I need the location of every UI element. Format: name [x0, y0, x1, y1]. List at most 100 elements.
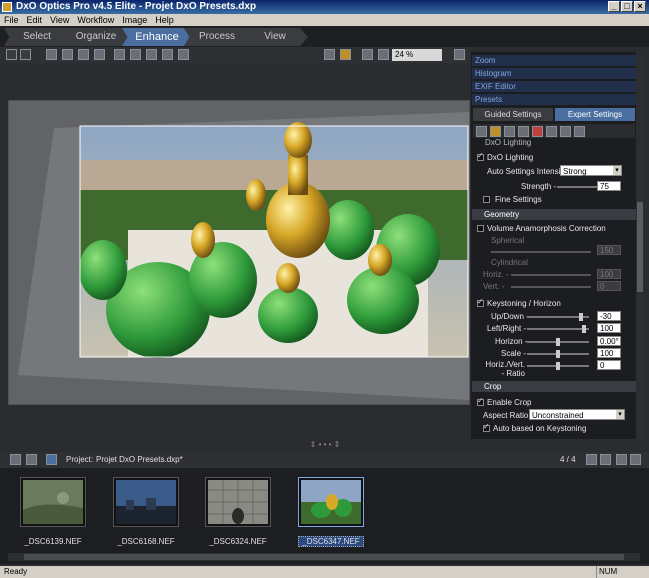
thumbnail[interactable]: [205, 477, 271, 527]
menu-workflow[interactable]: Workflow: [73, 14, 118, 26]
spherical-input[interactable]: 150: [597, 245, 621, 255]
dual-view-icon[interactable]: [630, 454, 641, 465]
horiz-input[interactable]: 100: [597, 269, 621, 279]
thumbnail[interactable]: [113, 477, 179, 527]
hand-icon[interactable]: [62, 49, 73, 60]
tab-enhance[interactable]: Enhance: [122, 28, 192, 46]
scale-input[interactable]: 100: [597, 348, 621, 358]
strength-input[interactable]: 75: [597, 181, 621, 191]
window-title: DxO Optics Pro v4.5 Elite - Projet DxO P…: [16, 1, 257, 12]
color-wheel-icon[interactable]: [146, 49, 157, 60]
add-images-icon[interactable]: [10, 454, 21, 465]
exposure-icon[interactable]: [476, 126, 487, 137]
leftright-slider-knob[interactable]: [582, 325, 586, 333]
tab-process[interactable]: Process: [184, 28, 250, 46]
geometry-icon[interactable]: [574, 126, 585, 137]
ratio-slider[interactable]: [527, 362, 589, 370]
tab-view[interactable]: View: [242, 28, 308, 46]
menu-view[interactable]: View: [46, 14, 73, 26]
fit-icon[interactable]: [362, 49, 373, 60]
tone-icon[interactable]: [546, 126, 557, 137]
palette-presets[interactable]: Presets: [472, 94, 636, 105]
ratio-slider-knob[interactable]: [556, 362, 560, 370]
updown-input[interactable]: -30: [597, 311, 621, 321]
grid-icon[interactable]: [46, 49, 57, 60]
leftright-input[interactable]: 100: [597, 323, 621, 333]
spherical-slider[interactable]: [491, 251, 591, 253]
image-viewport[interactable]: [7, 99, 471, 406]
save-project-icon[interactable]: [46, 454, 57, 465]
geometry-section-header[interactable]: Geometry: [472, 209, 636, 220]
horizon-slider-knob[interactable]: [556, 338, 560, 346]
auto-intensity-select[interactable]: Strong: [560, 165, 622, 176]
actual-size-icon[interactable]: [378, 49, 389, 60]
lighting-section-header[interactable]: DxO Lighting: [485, 138, 531, 147]
volume-anamorphosis-checkbox[interactable]: [477, 225, 484, 232]
tab-organize[interactable]: Organize: [62, 28, 130, 46]
updown-slider[interactable]: [527, 313, 589, 321]
thumbnail-selected[interactable]: [298, 477, 364, 527]
fullscreen-icon[interactable]: [454, 49, 465, 60]
panel-scrollbar[interactable]: [636, 52, 644, 439]
enable-crop-checkbox[interactable]: [477, 396, 484, 406]
grid-overlay-icon[interactable]: [324, 49, 335, 60]
palette-zoom[interactable]: Zoom: [472, 55, 636, 66]
contrast-icon[interactable]: [504, 126, 515, 137]
project-menu-icon[interactable]: [26, 454, 37, 465]
eyedropper-icon[interactable]: [162, 49, 173, 60]
updown-slider-knob[interactable]: [579, 313, 583, 321]
keystoning-checkbox[interactable]: [477, 297, 484, 307]
preview-image: [7, 99, 471, 406]
keystoning-label: Keystoning / Horizon: [487, 299, 561, 308]
dxo-lighting-checkbox[interactable]: [477, 151, 484, 161]
mask-icon[interactable]: [178, 49, 189, 60]
aspect-ratio-select[interactable]: Unconstrained: [529, 409, 625, 420]
forward-arrow-icon[interactable]: [20, 49, 31, 60]
scale-slider-knob[interactable]: [556, 350, 560, 358]
menu-edit[interactable]: Edit: [23, 14, 47, 26]
crop-icon[interactable]: [94, 49, 105, 60]
noise-icon[interactable]: [518, 126, 529, 137]
menu-help[interactable]: Help: [151, 14, 178, 26]
zoom-select[interactable]: 24 %: [392, 49, 442, 61]
panel-scrollbar-thumb[interactable]: [637, 202, 643, 292]
back-arrow-icon[interactable]: [6, 49, 17, 60]
scale-slider[interactable]: [527, 350, 589, 358]
horizon-slider[interactable]: [527, 338, 589, 346]
filmstrip-scrollbar[interactable]: [8, 553, 640, 561]
zoom-icon[interactable]: [78, 49, 89, 60]
leftright-slider[interactable]: [527, 325, 589, 333]
horiz-slider[interactable]: [511, 274, 591, 276]
ratio-input[interactable]: 0: [597, 360, 621, 370]
menu-file[interactable]: File: [0, 14, 23, 26]
maximize-button[interactable]: □: [621, 1, 633, 12]
grid-view-icon[interactable]: [586, 454, 597, 465]
vert-slider[interactable]: [511, 286, 591, 288]
lock-icon[interactable]: [340, 49, 351, 60]
close-button[interactable]: ×: [634, 1, 646, 12]
fine-settings-checkbox[interactable]: [483, 196, 490, 203]
compare-icon[interactable]: [114, 49, 125, 60]
minimize-button[interactable]: _: [608, 1, 620, 12]
list-view-icon[interactable]: [600, 454, 611, 465]
vert-input[interactable]: 0: [597, 281, 621, 291]
crop-section-header[interactable]: Crop: [472, 381, 636, 392]
sharpness-icon[interactable]: [560, 126, 571, 137]
single-view-icon[interactable]: [616, 454, 627, 465]
horizon-input[interactable]: 0.00°: [597, 336, 621, 346]
lighting-icon[interactable]: [490, 126, 501, 137]
tab-select[interactable]: Select: [4, 28, 70, 46]
split-view-icon[interactable]: [130, 49, 141, 60]
auto-keystoning-checkbox[interactable]: [483, 422, 490, 432]
filmstrip-scrollbar-thumb[interactable]: [24, 554, 624, 560]
menu-image[interactable]: Image: [118, 14, 151, 26]
tab-guided-settings[interactable]: Guided Settings: [473, 108, 553, 121]
palette-exif-editor[interactable]: EXIF Editor: [472, 81, 636, 92]
enable-crop-label: Enable Crop: [487, 398, 532, 407]
thumbnail[interactable]: [20, 477, 86, 527]
splitter-handle[interactable]: ⇕ • • • ⇕: [290, 440, 360, 450]
palette-histogram[interactable]: Histogram: [472, 68, 636, 79]
thumbnail-filename: _DSC6324.NEF: [209, 537, 267, 546]
color-icon[interactable]: [532, 126, 543, 137]
tab-expert-settings[interactable]: Expert Settings: [555, 108, 635, 121]
